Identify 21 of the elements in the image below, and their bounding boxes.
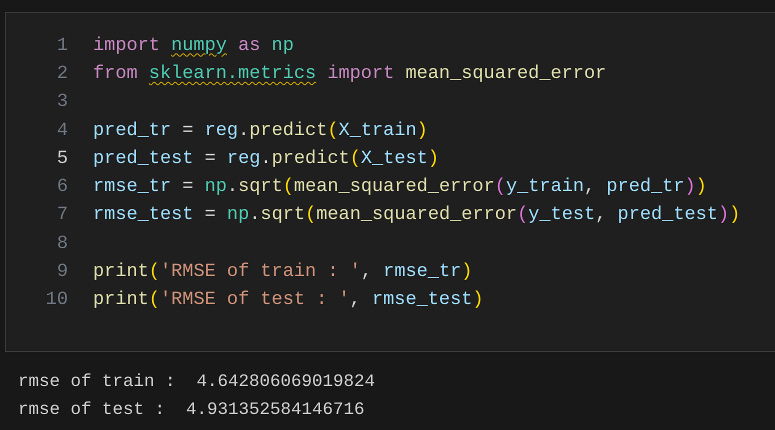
code-line: from sklearn.metrics import mean_squared_error: [93, 62, 606, 84]
code-cell[interactable]: [5, 12, 775, 352]
code-line: rmse_test = np.sqrt(mean_squared_error(y_test, pred_test)): [93, 204, 740, 226]
output-line: rmse of train : 4.642806069019824: [18, 371, 376, 394]
code-line: print('RMSE of train : ', rmse_tr): [93, 261, 472, 282]
line-number: 7: [56, 204, 68, 226]
line-number: 3: [56, 91, 68, 112]
line-number: 8: [56, 232, 68, 254]
line-number: 10: [44, 289, 68, 310]
code-line: pred_test = reg.predict(X_test): [93, 148, 439, 169]
line-number: 9: [56, 261, 68, 282]
line-number: 2: [56, 62, 68, 84]
code-line: import numpy as np: [93, 34, 294, 56]
line-number: 6: [56, 176, 68, 198]
output-line: rmse of test : 4.931352584146716: [18, 399, 366, 422]
code-line: rmse_tr = np.sqrt(mean_squared_error(y_train, pred_tr)): [93, 176, 707, 198]
code-line: print('RMSE of test : ', rmse_test): [93, 289, 484, 310]
line-number: 4: [56, 120, 68, 141]
line-number: 1: [56, 34, 68, 56]
code-line: pred_tr = reg.predict(X_train): [93, 120, 428, 141]
line-number: 5: [56, 148, 68, 169]
